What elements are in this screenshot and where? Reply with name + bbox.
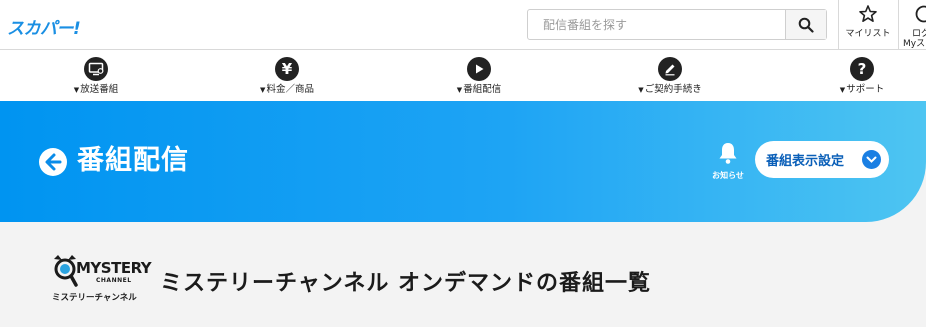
logo-word: MYSTERY (76, 259, 152, 277)
page-banner: 番組配信 お知らせ 番組表示設定 (0, 101, 926, 222)
notice-button[interactable]: お知らせ (706, 141, 750, 181)
nav-support[interactable]: ? ▼サポート (807, 57, 917, 96)
display-settings-button[interactable]: 番組表示設定 (755, 141, 889, 178)
skyperfect-logo[interactable]: スカパー! (7, 14, 81, 39)
page-title: 番組配信 (77, 145, 189, 176)
channel-title: ミステリーチャンネル オンデマンドの番組一覧 (160, 271, 652, 296)
nav-streaming[interactable]: ▼番組配信 (424, 57, 534, 96)
pen-icon (658, 57, 682, 81)
display-settings-label: 番組表示設定 (766, 154, 845, 169)
star-icon (859, 5, 877, 23)
search-icon (798, 17, 814, 33)
mylist-label: マイリスト (845, 29, 891, 39)
back-arrow-icon[interactable] (38, 147, 68, 177)
login-sub-label: Myスカ (903, 39, 926, 48)
search-button[interactable] (785, 10, 826, 39)
login-label: ログ (912, 29, 926, 39)
chevron-down-icon (862, 150, 881, 169)
nav-contract-label: ご契約手続き (644, 84, 702, 95)
global-nav: ▼放送番組 ¥ ▼料金／商品 ▼番組配信 ▼ご契約手続き ? ▼サポート (0, 50, 926, 101)
login-icon (915, 5, 926, 23)
nav-pricing-label: 料金／商品 (266, 84, 314, 95)
nav-support-label: サポート (846, 84, 885, 95)
nav-streaming-label: 番組配信 (463, 84, 502, 95)
notice-label: お知らせ (712, 171, 744, 180)
mylist-button[interactable]: マイリスト (838, 4, 898, 48)
play-icon (467, 57, 491, 81)
mystery-channel-logo: MYSTERY CHANNEL ミステリーチャンネル (50, 255, 152, 305)
search-box (527, 9, 827, 40)
logo-sub: CHANNEL (96, 277, 132, 284)
nav-pricing[interactable]: ¥ ▼料金／商品 (232, 57, 342, 96)
login-button[interactable]: ログ Myスカ (898, 4, 926, 48)
magnifier-cat-icon (54, 255, 78, 287)
nav-broadcast-label: 放送番組 (80, 84, 119, 95)
search-input[interactable] (528, 10, 786, 39)
question-icon: ? (850, 57, 874, 81)
tv-icon (84, 57, 108, 81)
top-header: スカパー! マイリスト ログ Myスカ (0, 0, 926, 50)
bell-icon (719, 143, 737, 164)
nav-broadcast[interactable]: ▼放送番組 (41, 57, 151, 96)
logo-jp: ミステリーチャンネル (52, 293, 137, 303)
nav-contract[interactable]: ▼ご契約手続き (615, 57, 725, 96)
yen-icon: ¥ (275, 57, 299, 81)
